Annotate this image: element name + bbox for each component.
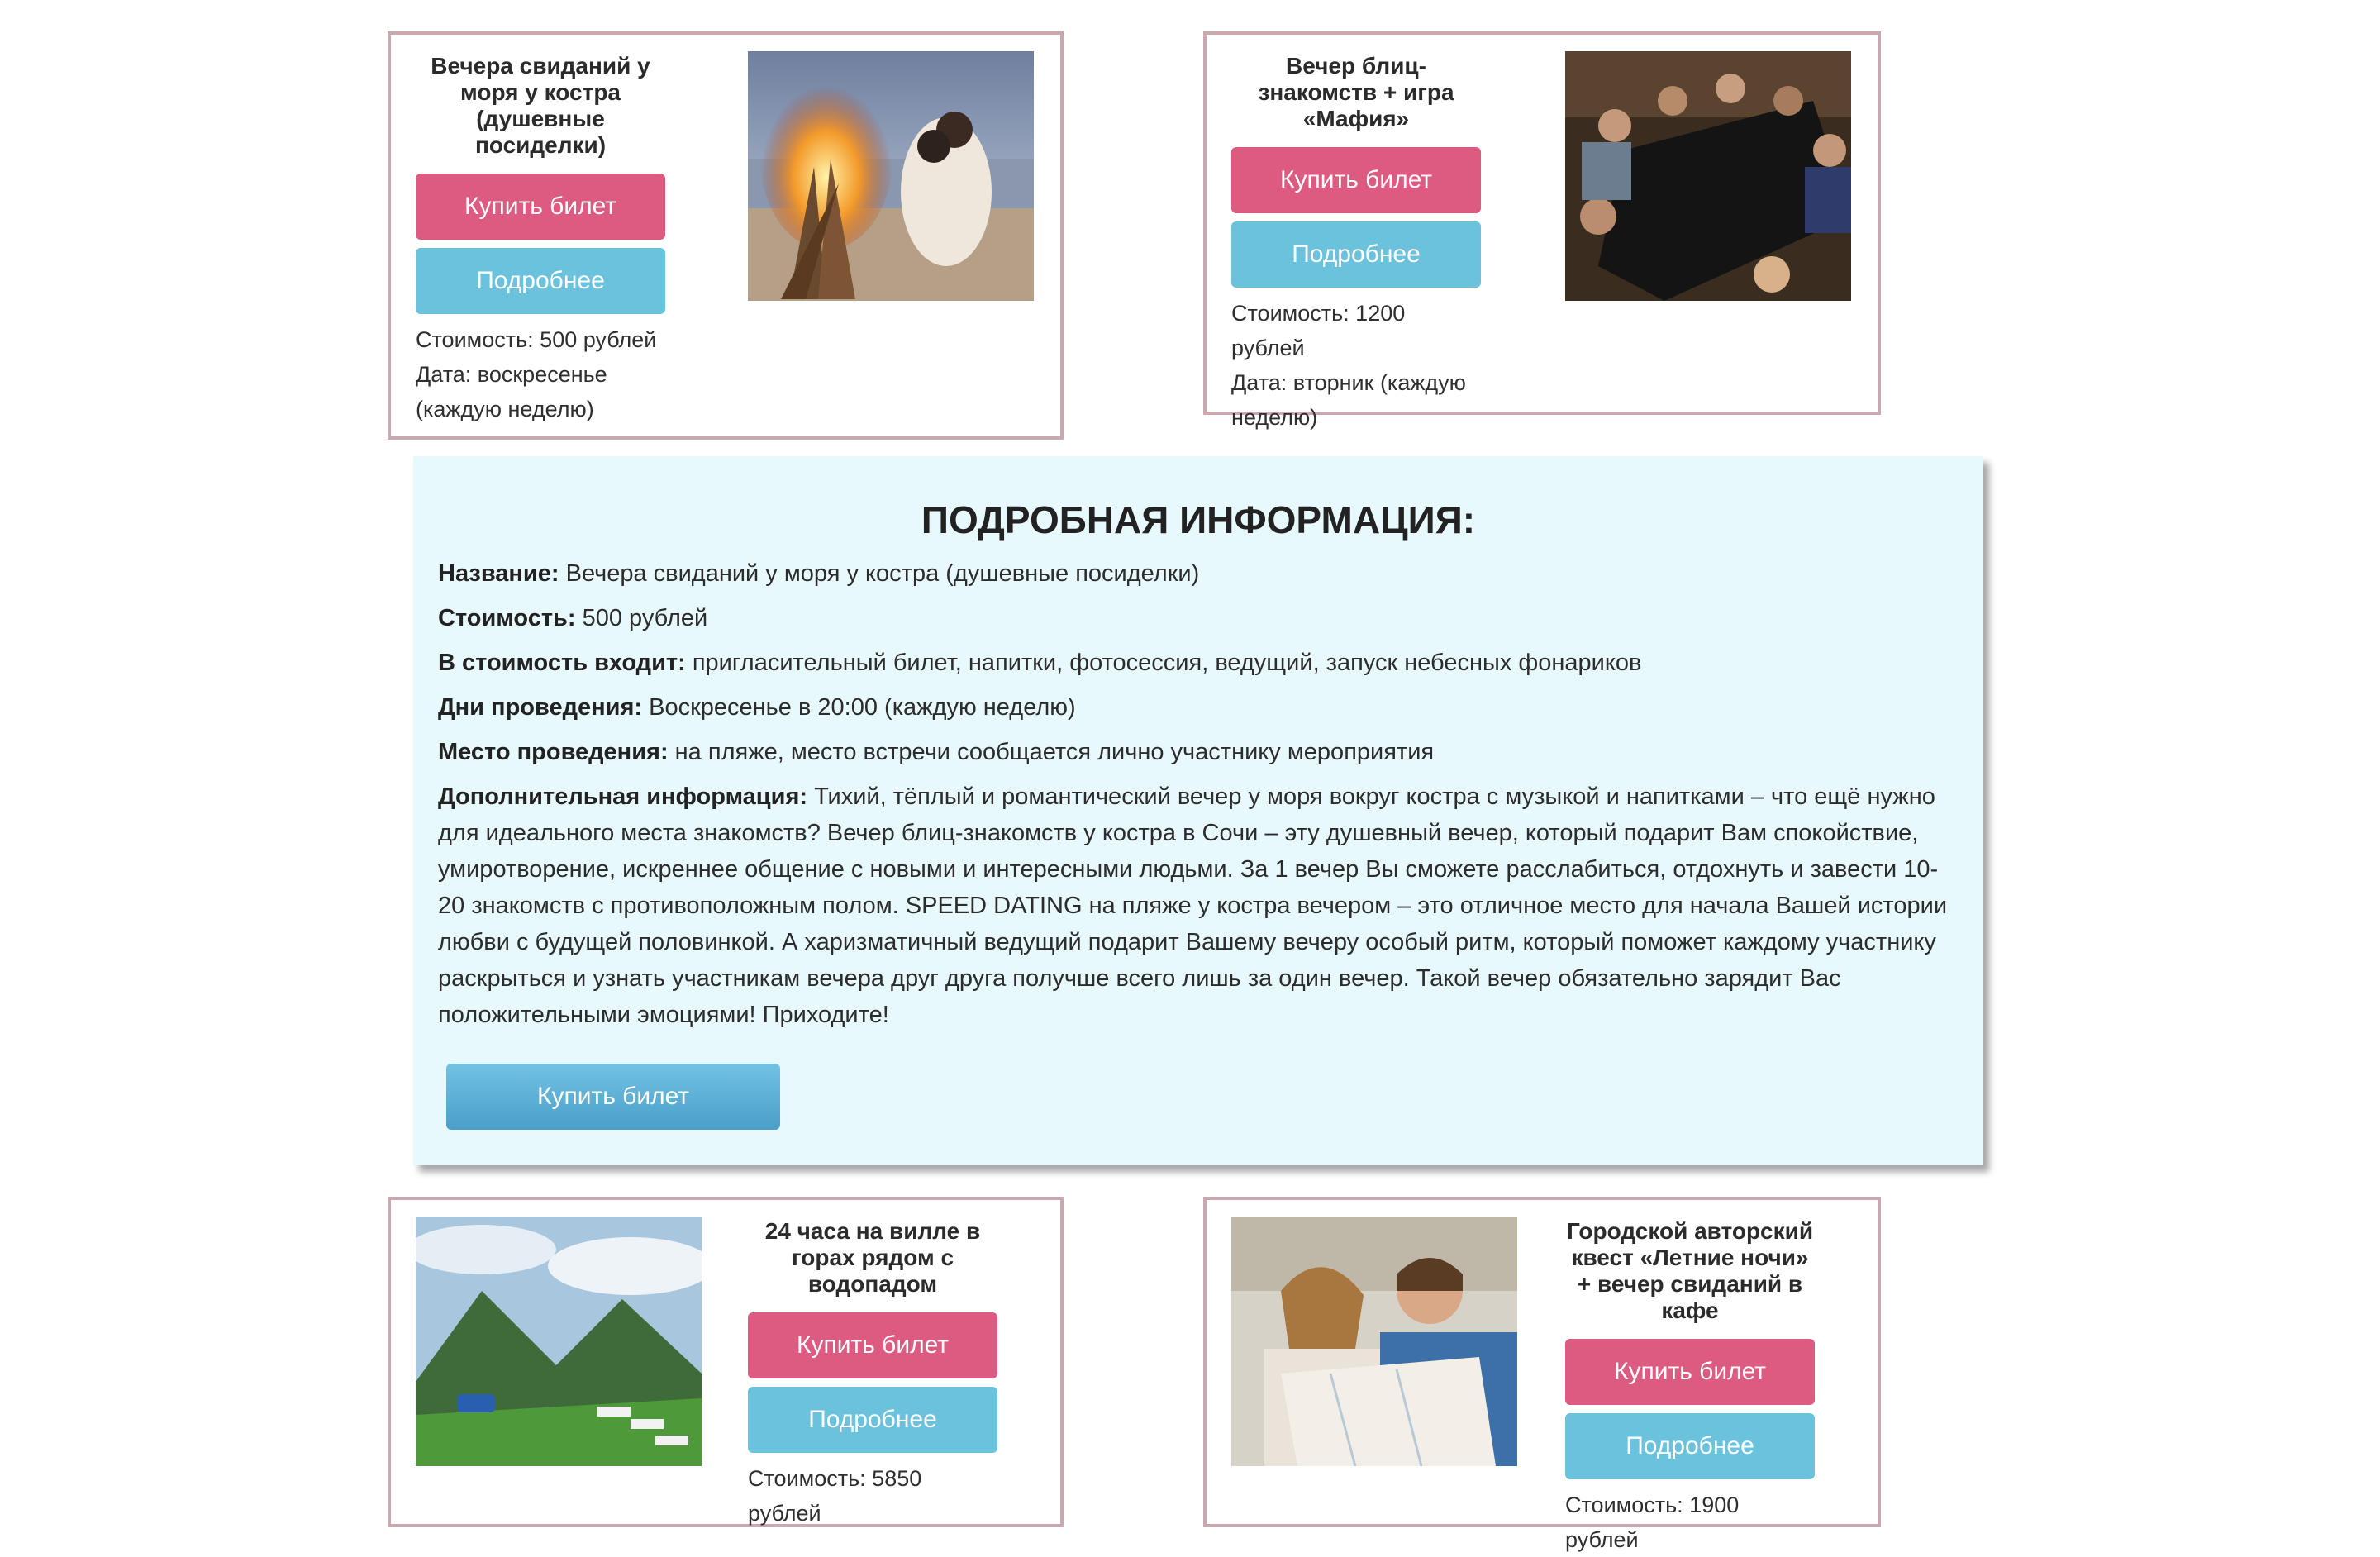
event-photo-quest bbox=[1231, 1217, 1517, 1466]
event-photo-villa bbox=[416, 1217, 702, 1466]
details-panel: ПОДРОБНАЯ ИНФОРМАЦИЯ: Название: Вечера с… bbox=[413, 456, 1983, 1165]
event-date: Дата: вторник (каждую неделю) bbox=[1231, 370, 1466, 430]
event-card-bonfire: Вечера свиданий у моря у костра (душевны… bbox=[388, 31, 1064, 440]
detail-price: Стоимость: 500 рублей bbox=[438, 605, 708, 631]
buy-ticket-button[interactable]: Купить билет bbox=[1565, 1339, 1815, 1405]
buy-ticket-button[interactable]: Купить билет bbox=[1231, 147, 1481, 213]
detail-days: Дни проведения: Воскресенье в 20:00 (каж… bbox=[438, 694, 1076, 721]
event-photo-mafia bbox=[1565, 51, 1851, 301]
buy-ticket-button[interactable]: Купить билет bbox=[748, 1312, 997, 1378]
buy-ticket-button[interactable]: Купить билет bbox=[416, 174, 665, 240]
details-button[interactable]: Подробнее bbox=[748, 1387, 997, 1453]
event-title: Вечер блиц-знакомств + игра «Мафия» bbox=[1258, 53, 1454, 131]
details-button[interactable]: Подробнее bbox=[416, 248, 665, 314]
event-title: 24 часа на вилле в горах рядом с водопад… bbox=[764, 1218, 981, 1297]
event-price: Стоимость: 1900 рублей bbox=[1565, 1493, 1740, 1552]
details-button[interactable]: Подробнее bbox=[1565, 1413, 1815, 1479]
event-price: Стоимость: 1200 рублей bbox=[1231, 301, 1406, 360]
event-card-quest: Городской авторский квест «Летние ночи» … bbox=[1203, 1197, 1881, 1552]
event-card-villa: 24 часа на вилле в горах рядом с водопад… bbox=[388, 1197, 1064, 1527]
detail-name: Название: Вечера свиданий у моря у костр… bbox=[438, 560, 1200, 587]
detail-includes: В стоимость входит: пригласительный биле… bbox=[438, 650, 1642, 676]
event-card-mafia: Вечер блиц-знакомств + игра «Мафия» Купи… bbox=[1203, 31, 1881, 430]
details-heading: ПОДРОБНАЯ ИНФОРМАЦИЯ: bbox=[921, 498, 1476, 541]
detail-extra: Дополнительная информация: Тихий, тёплый… bbox=[438, 783, 1948, 1028]
event-title: Городской авторский квест «Летние ночи» … bbox=[1566, 1218, 1814, 1323]
event-price: Стоимость: 500 рублей bbox=[416, 327, 657, 352]
event-title: Вечера свиданий у моря у костра (душевны… bbox=[431, 53, 650, 158]
details-buy-ticket-button[interactable]: Купить билет bbox=[446, 1064, 780, 1130]
event-date: Дата: воскресенье (каждую неделю) bbox=[416, 362, 607, 421]
event-price: Стоимость: 5850 рублей bbox=[748, 1466, 922, 1526]
details-button[interactable]: Подробнее bbox=[1231, 221, 1481, 288]
detail-place: Место проведения: на пляже, место встреч… bbox=[438, 739, 1435, 765]
event-photo-bonfire bbox=[748, 51, 1034, 301]
